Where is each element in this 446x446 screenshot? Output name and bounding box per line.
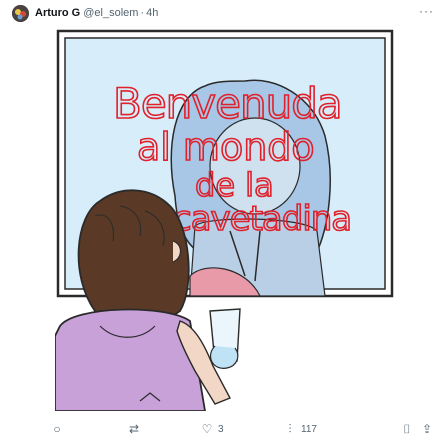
views-icon: ⫶ — [288, 421, 292, 436]
share-button[interactable]: ⇪ — [420, 417, 438, 441]
post-header: Arturo G @el_solem · 4h — [12, 4, 158, 22]
post-timestamp[interactable]: 4h — [146, 7, 158, 19]
repost-icon: ⇄ — [128, 422, 140, 436]
svg-text:al mondo: al mondo — [137, 125, 315, 169]
heart-icon: ♡ — [201, 422, 213, 436]
views-count: 117 — [301, 423, 317, 435]
avatar-image — [12, 4, 29, 22]
water-splash — [210, 345, 239, 369]
views-button[interactable]: ⫶ 117 — [283, 417, 317, 441]
more-options-button[interactable]: ··· — [419, 4, 434, 18]
author-name[interactable]: Arturo G — [35, 7, 80, 19]
svg-text:cavetadina: cavetadina — [173, 199, 351, 239]
action-bar: ○ ⇄ ♡ 3 ⫶ 117 ⌷ ⇪ — [0, 417, 446, 441]
meta-separator: · — [140, 7, 145, 19]
share-icon: ⇪ — [421, 422, 433, 436]
post-card: Arturo G @el_solem · 4h ··· Benvenuda al… — [0, 0, 446, 446]
reply-button[interactable]: ○ — [50, 417, 68, 441]
ellipsis-icon: ··· — [419, 4, 434, 18]
like-button[interactable]: ♡ 3 — [200, 417, 224, 441]
girl-hair — [77, 189, 190, 324]
svg-text:Benvenuda: Benvenuda — [113, 79, 342, 128]
post-image[interactable]: Benvenuda al mondo de la cavetadina — [55, 26, 400, 411]
like-count: 3 — [218, 423, 224, 435]
author-avatar[interactable] — [12, 4, 29, 22]
bookmark-icon: ⌷ — [403, 421, 411, 436]
artwork-illustration: Benvenuda al mondo de la cavetadina — [55, 29, 394, 411]
reply-icon: ○ — [53, 422, 61, 436]
repost-button[interactable]: ⇄ — [127, 417, 145, 441]
author-handle[interactable]: @el_solem — [83, 7, 138, 19]
bookmark-button[interactable]: ⌷ — [400, 417, 418, 441]
